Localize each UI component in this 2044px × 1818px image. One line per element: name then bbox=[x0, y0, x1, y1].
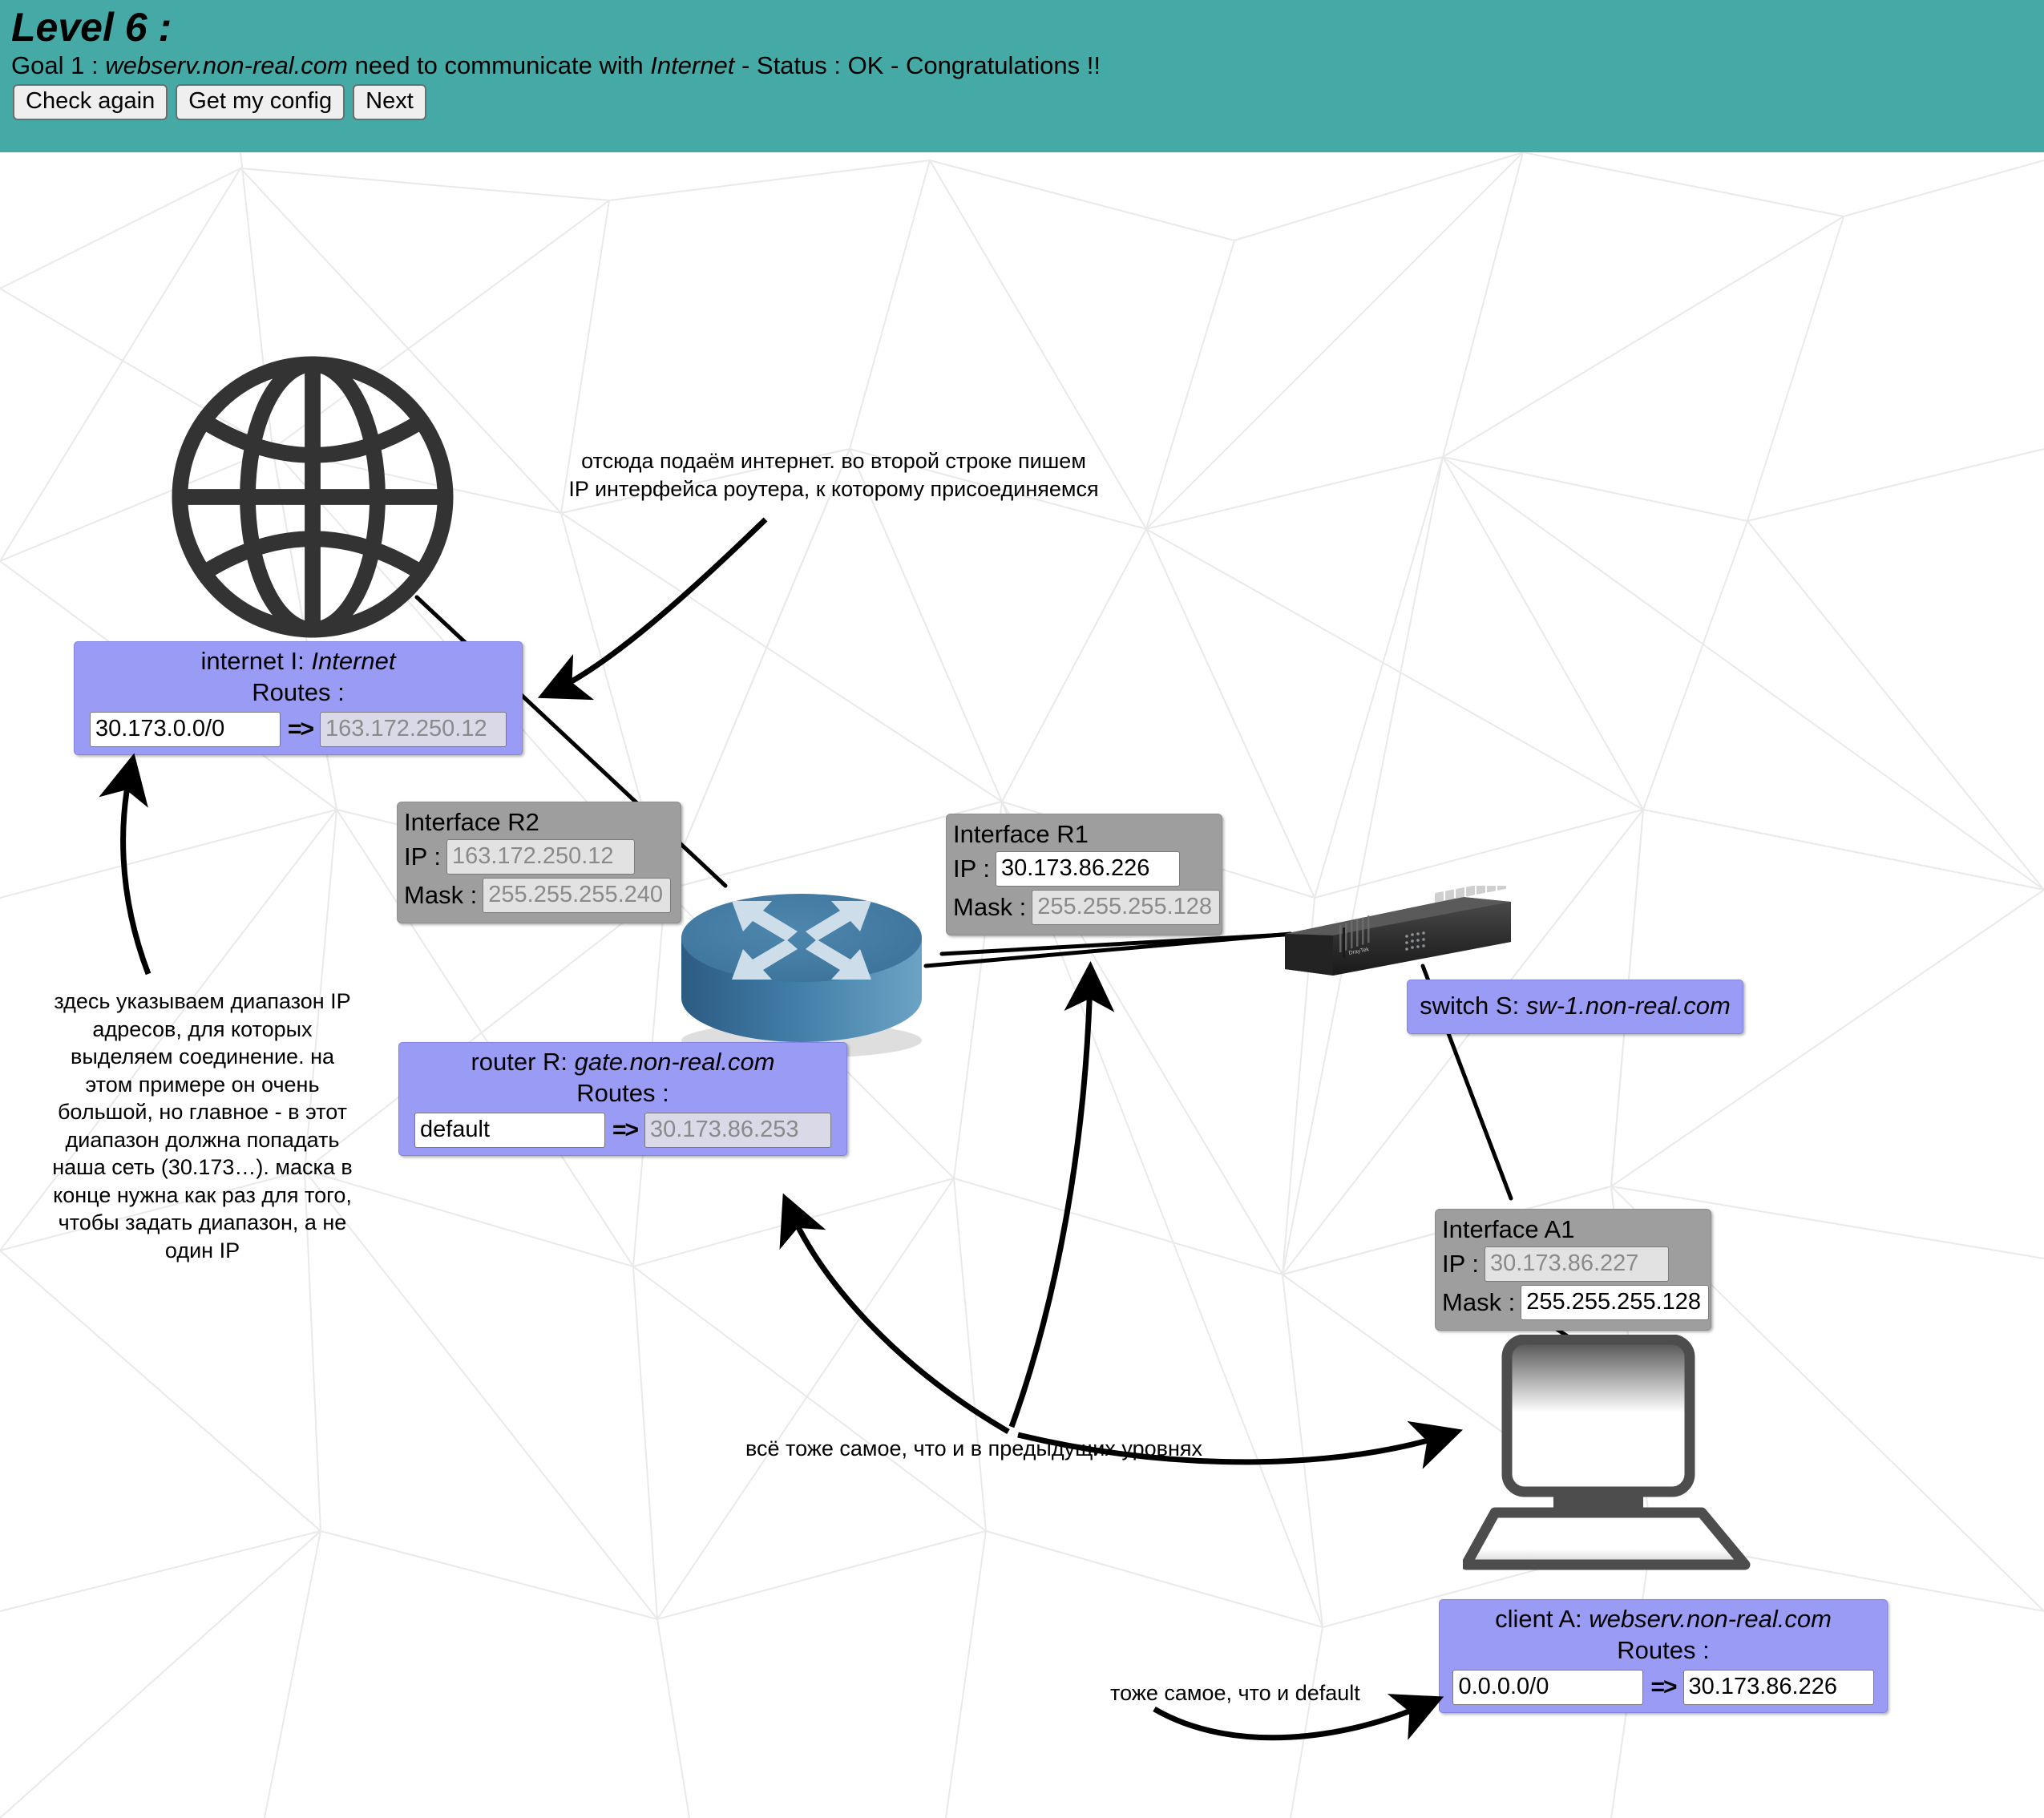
interface-a1-ip-label: IP : bbox=[1442, 1250, 1479, 1279]
client-node-prefix: client A: bbox=[1495, 1605, 1590, 1633]
interface-r1-ip-label: IP : bbox=[953, 854, 990, 883]
switch-node-box[interactable]: switch S: sw-1.non-real.com bbox=[1407, 980, 1743, 1034]
globe-icon bbox=[172, 356, 454, 638]
route-arrow: => bbox=[1650, 1673, 1677, 1700]
annotation-same-as-default: тоже самое, что и default bbox=[1110, 1681, 1360, 1705]
switch-node-prefix: switch S: bbox=[1420, 992, 1526, 1020]
internet-node-title: internet I: Internet bbox=[81, 647, 515, 676]
internet-route-destination-input[interactable] bbox=[89, 711, 281, 747]
client-node-name: webserv.non-real.com bbox=[1589, 1605, 1832, 1633]
internet-node-box[interactable]: internet I: Internet Routes : => bbox=[74, 641, 523, 755]
goal-host: webserv.non-real.com bbox=[105, 50, 348, 79]
annotation-internet-note: отсюда подаём интернет. во второй строке… bbox=[568, 449, 1099, 501]
interface-r1-mask-label: Mask : bbox=[953, 893, 1027, 922]
interface-r2-box[interactable]: Interface R2 IP : Mask : bbox=[397, 802, 681, 923]
get-my-config-button[interactable]: Get my config bbox=[176, 83, 345, 120]
interface-r2-mask-input[interactable] bbox=[483, 877, 672, 913]
internet-route-row: => bbox=[81, 711, 515, 747]
computer-icon bbox=[1463, 1335, 1751, 1570]
interface-r1-mask-row: Mask : bbox=[953, 889, 1221, 925]
client-node-title: client A: webserv.non-real.com bbox=[1446, 1605, 1880, 1634]
interface-a1-ip-row: IP : bbox=[1442, 1246, 1703, 1282]
annotation-same-as-previous: всё тоже самое, что и в предыдущих уровн… bbox=[745, 1436, 1202, 1460]
goal-target: Internet bbox=[650, 50, 735, 79]
interface-a1-mask-label: Mask : bbox=[1442, 1288, 1516, 1317]
interface-a1-mask-row: Mask : bbox=[1442, 1284, 1710, 1320]
router-icon bbox=[681, 894, 922, 1058]
internet-route-gateway-input[interactable] bbox=[320, 711, 507, 747]
switch-node-name: sw-1.non-real.com bbox=[1525, 992, 1731, 1020]
interface-a1-mask-input[interactable] bbox=[1521, 1284, 1710, 1320]
client-route-row: => bbox=[1446, 1669, 1880, 1705]
interface-a1-title: Interface A1 bbox=[1442, 1215, 1575, 1243]
level-header: Level 6 : Goal 1 : webserv.non-real.com … bbox=[0, 0, 2044, 152]
page-title: Level 6 : bbox=[11, 5, 172, 50]
interface-r2-ip-row: IP : bbox=[404, 839, 673, 875]
goal-suffix: - Status : OK - Congratulations !! bbox=[734, 50, 1101, 79]
interface-r1-ip-input[interactable] bbox=[995, 851, 1180, 887]
interface-r2-mask-row: Mask : bbox=[404, 877, 673, 913]
interface-a1-ip-input[interactable] bbox=[1484, 1246, 1669, 1282]
router-routes-label: Routes : bbox=[576, 1078, 669, 1107]
interface-r1-mask-input[interactable] bbox=[1032, 889, 1221, 925]
interface-r1-title: Interface R1 bbox=[953, 820, 1089, 848]
router-node-title: router R: gate.non-real.com bbox=[406, 1048, 840, 1077]
interface-r2-mask-label: Mask : bbox=[404, 881, 478, 910]
client-node-box[interactable]: client A: webserv.non-real.com Routes : … bbox=[1439, 1599, 1888, 1713]
router-route-gateway-input[interactable] bbox=[644, 1112, 832, 1148]
interface-r1-ip-row: IP : bbox=[953, 851, 1214, 887]
client-route-destination-input[interactable] bbox=[1452, 1669, 1644, 1705]
route-arrow: => bbox=[287, 715, 314, 742]
next-button[interactable]: Next bbox=[353, 83, 426, 120]
annotation-range-note: здесь указываем диапазон IP адресов, для… bbox=[52, 989, 353, 1262]
internet-routes-label: Routes : bbox=[252, 677, 345, 706]
goal-prefix: Goal 1 : bbox=[11, 50, 106, 79]
header-button-row: Check again Get my config Next bbox=[13, 83, 2044, 120]
route-arrow: => bbox=[612, 1116, 639, 1143]
router-route-row: => bbox=[406, 1112, 840, 1148]
router-node-box[interactable]: router R: gate.non-real.com Routes : => bbox=[398, 1042, 847, 1156]
interface-r2-ip-label: IP : bbox=[404, 842, 441, 871]
level-canvas: Level 6 : Goal 1 : webserv.non-real.com … bbox=[0, 0, 2044, 1818]
router-node-prefix: router R: bbox=[471, 1048, 575, 1076]
interface-r1-box[interactable]: Interface R1 IP : Mask : bbox=[946, 814, 1222, 935]
goal-middle: need to communicate with bbox=[347, 50, 651, 79]
check-again-button[interactable]: Check again bbox=[13, 83, 168, 120]
goal-status-line: Goal 1 : webserv.non-real.com need to co… bbox=[11, 50, 2044, 79]
interface-r2-title: Interface R2 bbox=[404, 808, 539, 836]
internet-node-name: Internet bbox=[311, 647, 396, 675]
client-routes-label: Routes : bbox=[1617, 1635, 1710, 1664]
interface-a1-box[interactable]: Interface A1 IP : Mask : bbox=[1435, 1209, 1711, 1331]
switch-node-title: switch S: sw-1.non-real.com bbox=[1414, 992, 1736, 1020]
client-route-gateway-input[interactable] bbox=[1682, 1669, 1874, 1705]
internet-node-prefix: internet I: bbox=[200, 647, 312, 675]
router-node-name: gate.non-real.com bbox=[574, 1048, 775, 1076]
router-route-destination-input[interactable] bbox=[414, 1112, 605, 1148]
network-switch-icon: DrayTek bbox=[1285, 886, 1511, 976]
interface-r2-ip-input[interactable] bbox=[446, 839, 635, 875]
